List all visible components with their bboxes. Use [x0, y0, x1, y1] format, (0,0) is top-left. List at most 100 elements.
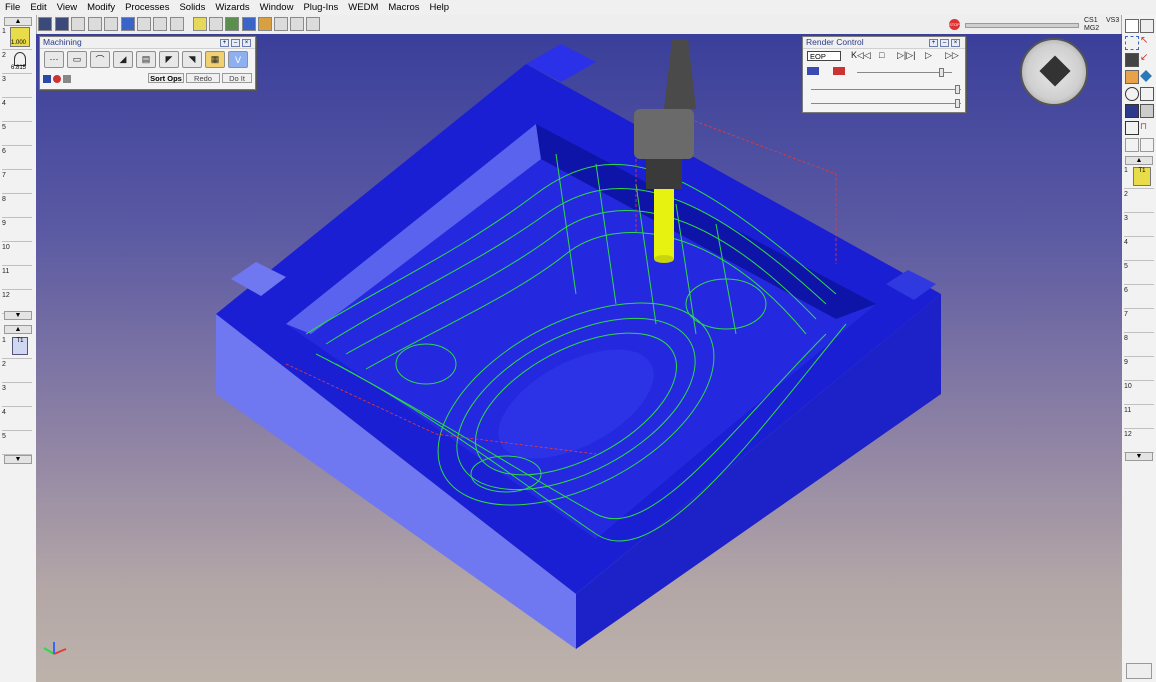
- sidebar-slot-9[interactable]: 9: [2, 219, 32, 242]
- tool-slot-2[interactable]: 2: [2, 360, 32, 383]
- right-slot-7[interactable]: 7: [1124, 310, 1154, 333]
- scroll-up-button[interactable]: ▲: [4, 17, 32, 26]
- drill-op-icon[interactable]: ⋯: [44, 51, 64, 68]
- menu-wizards[interactable]: Wizards: [210, 0, 254, 15]
- group-icon[interactable]: [1125, 138, 1139, 152]
- measure-icon[interactable]: ⊓: [1140, 121, 1152, 133]
- right-slot-2[interactable]: 2: [1124, 190, 1154, 213]
- hidden-line-view-icon[interactable]: [55, 17, 69, 31]
- tool-icon[interactable]: [242, 17, 256, 31]
- panel-minimize-icon[interactable]: –: [231, 39, 240, 47]
- rc-position-field[interactable]: EOP: [807, 51, 841, 61]
- pocket-op-icon[interactable]: ▭: [67, 51, 87, 68]
- menu-processes[interactable]: Processes: [120, 0, 174, 15]
- graphics-viewport[interactable]: [36, 34, 1122, 682]
- verify-op-icon[interactable]: V: [228, 51, 248, 68]
- do-it-button[interactable]: Do It: [222, 73, 252, 83]
- menu-wedm[interactable]: WEDM: [343, 0, 383, 15]
- panel-close-icon[interactable]: ×: [242, 39, 251, 47]
- menu-window[interactable]: Window: [255, 0, 299, 15]
- sidebar-slot-4[interactable]: 4: [2, 99, 32, 122]
- menu-file[interactable]: File: [0, 0, 25, 15]
- menu-macros[interactable]: Macros: [383, 0, 424, 15]
- rc-expand-icon[interactable]: +: [929, 39, 938, 47]
- cursor-icon[interactable]: [274, 17, 288, 31]
- grid-icon[interactable]: [121, 17, 135, 31]
- right-slot-6[interactable]: 6: [1124, 286, 1154, 309]
- select-box-icon[interactable]: [1125, 36, 1139, 50]
- ops-settings-icon[interactable]: [63, 75, 71, 83]
- wireframe-view-icon[interactable]: [71, 17, 85, 31]
- render-icon[interactable]: [193, 17, 207, 31]
- point-icon[interactable]: [104, 17, 118, 31]
- snap-icon[interactable]: [153, 17, 167, 31]
- fast-forward-button[interactable]: ▷▷: [945, 50, 959, 61]
- step-button[interactable]: ▷|▷|: [897, 50, 916, 61]
- tool-slot-3[interactable]: 3: [2, 384, 32, 407]
- right-slot-3[interactable]: 3: [1124, 214, 1154, 237]
- right-slot-9[interactable]: 9: [1124, 358, 1154, 381]
- sidebar-slot-6[interactable]: 6: [2, 147, 32, 170]
- menu-view[interactable]: View: [52, 0, 82, 15]
- help-pointer-icon[interactable]: [306, 17, 320, 31]
- tool-holder-icon[interactable]: [1125, 53, 1139, 67]
- right-slot-1[interactable]: 1 T1: [1124, 166, 1154, 189]
- menu-modify[interactable]: Modify: [82, 0, 120, 15]
- render-mode-icon[interactable]: [807, 67, 819, 75]
- sidebar-slot-11[interactable]: 11: [2, 267, 32, 290]
- right-slot-11[interactable]: 11: [1124, 406, 1154, 429]
- sidebar-slot-3[interactable]: 3: [2, 75, 32, 98]
- menu-help[interactable]: Help: [425, 0, 455, 15]
- shaded-view-icon[interactable]: [38, 17, 52, 31]
- tool-scroll-up-button[interactable]: ▲: [4, 325, 32, 334]
- rough-op-icon[interactable]: ◤: [159, 51, 179, 68]
- machine-icon[interactable]: [225, 17, 239, 31]
- eye-icon[interactable]: [1125, 87, 1139, 101]
- display-icon[interactable]: [1140, 104, 1154, 118]
- rewind-button[interactable]: K◁◁: [851, 50, 871, 61]
- redo-button[interactable]: Redo: [186, 73, 220, 83]
- panel-expand-icon[interactable]: +: [220, 39, 229, 47]
- surface-op-icon[interactable]: ◢: [113, 51, 133, 68]
- diamond-icon[interactable]: [1140, 70, 1152, 82]
- finish-op-icon[interactable]: ◥: [182, 51, 202, 68]
- speed-slider-thumb[interactable]: [939, 68, 944, 77]
- position-slider-thumb[interactable]: [955, 99, 960, 108]
- play-button[interactable]: ▷: [925, 50, 932, 61]
- layout-icon[interactable]: [1126, 663, 1152, 679]
- right-scroll-down-button[interactable]: ▼: [1125, 452, 1153, 461]
- quality-slider[interactable]: [811, 89, 961, 90]
- sort-ops-button[interactable]: Sort Ops: [148, 73, 184, 83]
- right-scroll-up-button[interactable]: ▲: [1125, 156, 1153, 165]
- sidebar-slot-2[interactable]: 2 6.815: [2, 51, 32, 74]
- menu-plug-ins[interactable]: Plug-Ins: [298, 0, 343, 15]
- new-file-icon[interactable]: [1125, 19, 1139, 33]
- menu-edit[interactable]: Edit: [25, 0, 51, 15]
- stop-button[interactable]: STOP: [949, 19, 960, 30]
- right-slot-8[interactable]: 8: [1124, 334, 1154, 357]
- stop-render-button[interactable]: □: [879, 50, 884, 60]
- arrow-icon[interactable]: ↙: [1140, 53, 1152, 65]
- right-slot-4[interactable]: 4: [1124, 238, 1154, 261]
- right-slot-10[interactable]: 10: [1124, 382, 1154, 405]
- shaded-icon[interactable]: [1125, 104, 1139, 118]
- quality-slider-thumb[interactable]: [955, 85, 960, 94]
- contour-op-icon[interactable]: ⌒: [90, 51, 110, 68]
- sidebar-slot-1[interactable]: 1 1.000: [2, 27, 32, 50]
- sidebar-slot-7[interactable]: 7: [2, 171, 32, 194]
- right-slot-5[interactable]: 5: [1124, 262, 1154, 285]
- face-op-icon[interactable]: ▤: [136, 51, 156, 68]
- render-color-icon[interactable]: [833, 67, 845, 75]
- stock-view-icon[interactable]: [1125, 70, 1139, 84]
- stock-icon[interactable]: [258, 17, 272, 31]
- solid-icon[interactable]: [88, 17, 102, 31]
- tool-slot-5[interactable]: 5: [2, 432, 32, 455]
- sidebar-slot-8[interactable]: 8: [2, 195, 32, 218]
- select-arrow-icon[interactable]: ↖: [1140, 36, 1152, 48]
- tool-scroll-down-button[interactable]: ▼: [4, 455, 32, 464]
- layers-icon[interactable]: [137, 17, 151, 31]
- ops-stop-icon[interactable]: [53, 75, 61, 83]
- rc-close-icon[interactable]: ×: [951, 39, 960, 47]
- grid-toggle-icon[interactable]: [1125, 121, 1139, 135]
- tool-slot-4[interactable]: 4: [2, 408, 32, 431]
